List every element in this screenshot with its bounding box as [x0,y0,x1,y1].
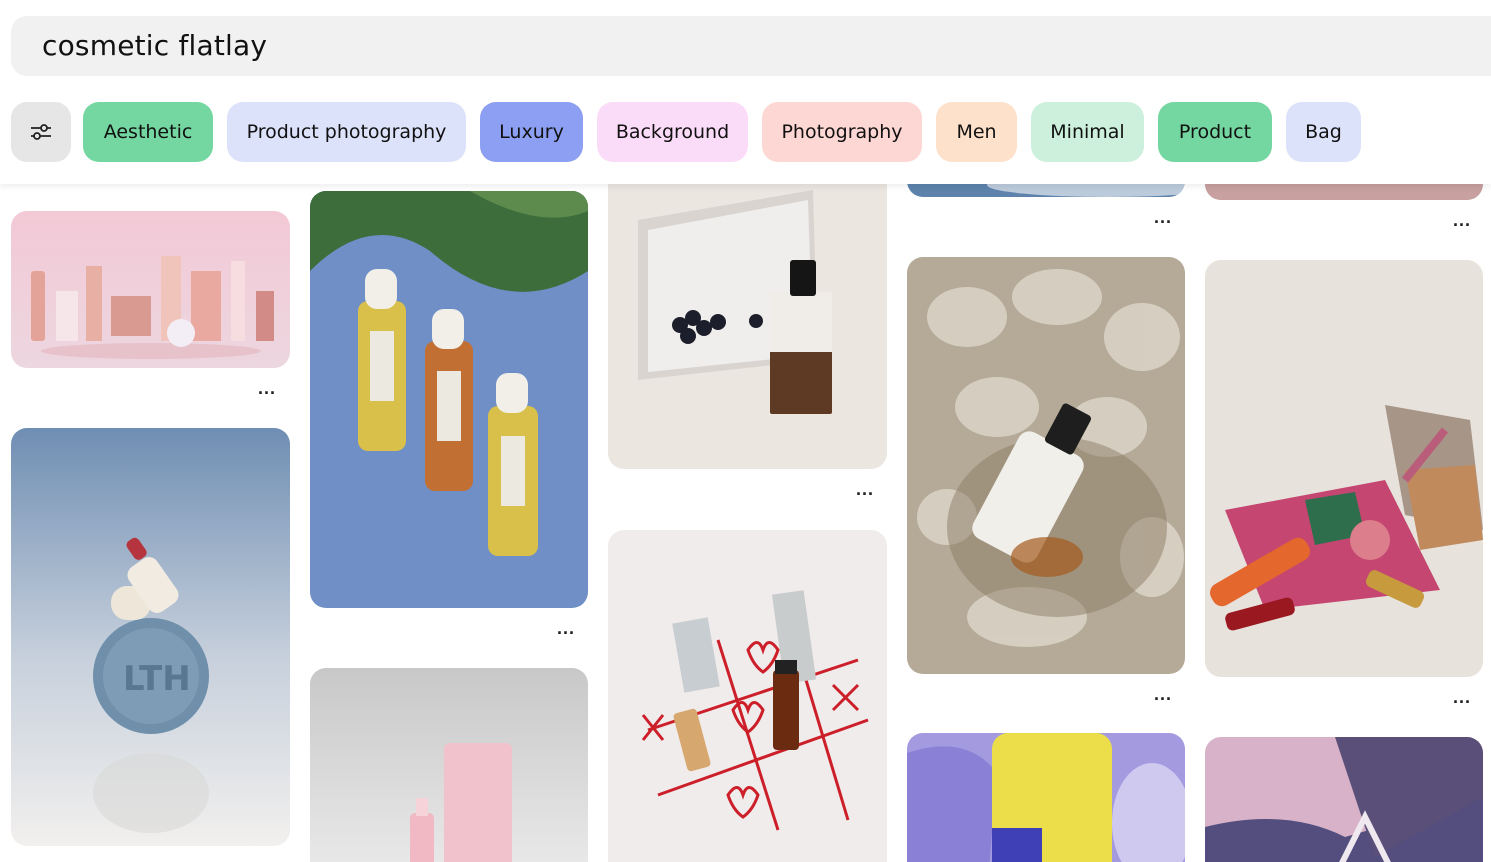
more-options-button[interactable]: ... [1448,688,1476,711]
blue-soap-bottle-image: LTH [11,428,290,846]
pin-image[interactable] [11,211,290,368]
pin-image[interactable] [1205,260,1483,677]
search-query-text[interactable]: cosmetic flatlay [42,29,267,62]
more-options-button[interactable]: ... [552,619,580,642]
more-options-button[interactable]: ... [1149,685,1177,708]
pin-image[interactable] [310,191,588,608]
chip-men[interactable]: Men [936,102,1017,162]
mirror-perfume-image [608,150,887,469]
sliders-icon [31,124,51,140]
pin-image[interactable] [907,733,1185,862]
chip-product-photography[interactable]: Product photography [227,102,466,162]
more-options-button[interactable]: ... [851,480,879,503]
more-options-button[interactable]: ... [1149,208,1177,231]
pin-image[interactable] [310,668,588,862]
filter-button[interactable] [11,102,71,162]
pink-purple-shapes-image [1205,737,1483,862]
serum-bottles-reflection-image [310,191,588,608]
chip-aesthetic[interactable]: Aesthetic [83,102,213,162]
eyeshadow-palette-image [1205,260,1483,677]
pin-image[interactable]: LTH [11,428,290,846]
chip-luxury[interactable]: Luxury [480,102,583,162]
more-options-button[interactable]: ... [1448,211,1476,234]
chip-bag[interactable]: Bag [1286,102,1361,162]
more-options-button[interactable]: ... [253,379,281,402]
tic-tac-toe-lipstick-image [608,530,887,862]
chip-product[interactable]: Product [1158,102,1272,162]
chip-background[interactable]: Background [597,102,748,162]
svg-text:LTH: LTH [123,659,191,699]
pin-results-page: ... LTH ... ... ... ... ... ... cosmetic… [0,0,1491,862]
dropper-bottle-water-image [907,257,1185,674]
yellow-product-image [907,733,1185,862]
chip-minimal[interactable]: Minimal [1031,102,1144,162]
pin-image[interactable] [608,530,887,862]
pink-tube-image [310,668,588,862]
search-bar[interactable]: cosmetic flatlay [11,16,1491,76]
pin-image[interactable] [907,257,1185,674]
pink-makeup-collection-image [11,211,290,368]
pin-image[interactable] [1205,737,1483,862]
pin-image[interactable] [608,150,887,469]
search-header: cosmetic flatlay Aesthetic Product photo… [0,0,1491,184]
chip-photography[interactable]: Photography [762,102,922,162]
